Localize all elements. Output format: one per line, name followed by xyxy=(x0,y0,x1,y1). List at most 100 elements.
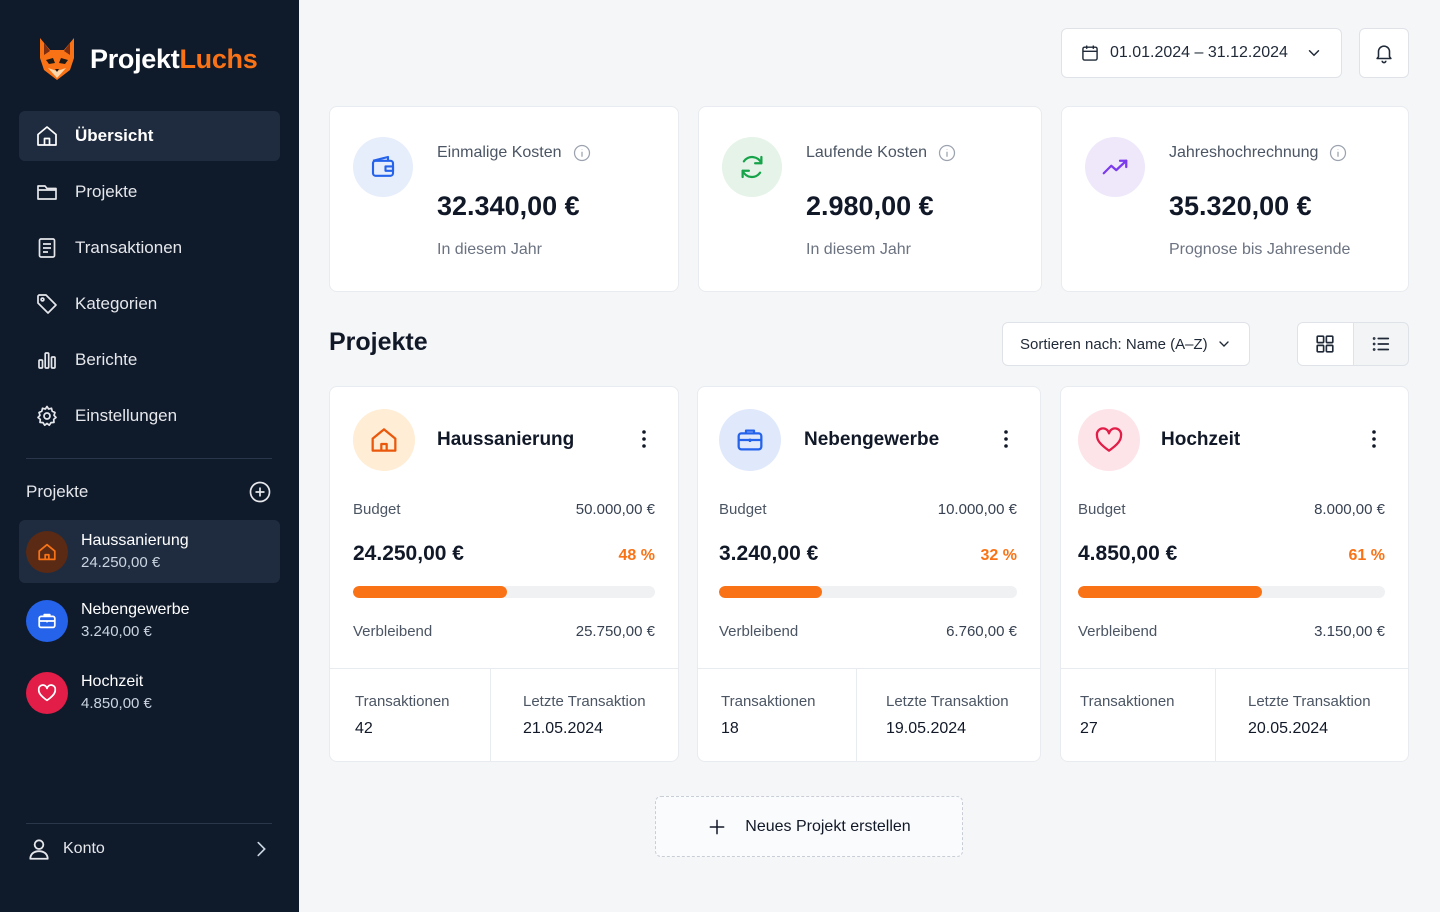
stat-icon-wrap xyxy=(1085,137,1145,197)
nav-item-settings[interactable]: Einstellungen xyxy=(19,391,280,441)
spent-row: 24.250,00 € 48 % xyxy=(353,542,655,566)
sidebar-project-name: Nebengewerbe xyxy=(81,601,190,618)
remaining-label: Verbleibend xyxy=(1078,623,1158,640)
sidebar: ProjektLuchs Übersicht Projekte Transakt… xyxy=(0,0,299,912)
new-project-button[interactable]: Neues Projekt erstellen xyxy=(655,796,963,857)
list-icon xyxy=(1372,337,1389,351)
heart-icon xyxy=(1095,427,1123,452)
sidebar-project-hochzeit[interactable]: Hochzeit 4.850,00 € xyxy=(19,661,280,724)
sidebar-project-haussanierung[interactable]: Haussanierung 24.250,00 € xyxy=(19,520,280,583)
logo[interactable]: ProjektLuchs xyxy=(36,36,258,82)
remaining-value: 3.150,00 € xyxy=(1314,623,1385,640)
budget-value: 50.000,00 € xyxy=(575,501,655,518)
nav-item-categories[interactable]: Kategorien xyxy=(19,279,280,329)
notifications-button[interactable] xyxy=(1359,28,1409,78)
bar-chart-icon xyxy=(38,352,56,369)
view-toggle xyxy=(1297,322,1409,366)
folder-icon xyxy=(37,185,57,200)
percent-used: 61 % xyxy=(1348,547,1385,564)
project-card-footer: Transaktionen 27 Letzte Transaktion 20.0… xyxy=(1061,668,1408,761)
account-label: Konto xyxy=(63,840,105,857)
date-range-value: 01.01.2024 – 31.12.2024 xyxy=(1110,44,1288,61)
more-vertical-icon[interactable] xyxy=(1362,427,1386,451)
project-card-hochzeit[interactable]: Hochzeit Budget 8.000,00 € 4.850,00 € 61… xyxy=(1060,386,1409,762)
stat-card-annual-forecast: Jahreshochrechnung 35.320,00 € Prognose … xyxy=(1061,106,1409,292)
tag-icon xyxy=(37,294,57,314)
account-link[interactable]: Konto xyxy=(26,836,272,862)
new-project-label: Neues Projekt erstellen xyxy=(745,817,911,835)
transactions-cell: Transaktionen 18 xyxy=(698,669,857,761)
transactions-label: Transaktionen xyxy=(1080,693,1175,710)
budget-value: 8.000,00 € xyxy=(1314,501,1385,518)
last-transaction-cell: Letzte Transaktion 21.05.2024 xyxy=(491,669,646,761)
date-range-picker[interactable]: 01.01.2024 – 31.12.2024 xyxy=(1061,28,1342,78)
home-icon xyxy=(37,126,57,146)
nav-item-reports[interactable]: Berichte xyxy=(19,335,280,385)
sort-dropdown[interactable]: Sortieren nach: Name (A–Z) xyxy=(1002,322,1250,366)
stat-icon-wrap xyxy=(353,137,413,197)
list-view-button[interactable] xyxy=(1354,323,1409,365)
project-avatar xyxy=(26,530,68,573)
progress-fill xyxy=(353,586,508,598)
nav-item-overview[interactable]: Übersicht xyxy=(19,111,280,161)
chevron-down-icon xyxy=(1308,50,1320,57)
sidebar-project-amount: 4.850,00 € xyxy=(81,695,152,712)
stat-card-running-costs: Laufende Kosten 2.980,00 € In diesem Jah… xyxy=(698,106,1042,292)
last-transaction-label: Letzte Transaktion xyxy=(523,693,646,710)
house-icon xyxy=(371,428,397,452)
projects-section-title: Projekte xyxy=(329,328,428,356)
chevron-right-icon xyxy=(257,841,266,857)
last-transaction-date: 21.05.2024 xyxy=(523,720,604,737)
stat-label: Jahreshochrechnung xyxy=(1169,143,1348,163)
user-icon xyxy=(29,839,49,860)
more-vertical-icon[interactable] xyxy=(994,427,1018,451)
add-circle-icon[interactable] xyxy=(248,480,272,504)
stat-card-one-time-costs: Einmalige Kosten 32.340,00 € In diesem J… xyxy=(329,106,679,292)
last-transaction-label: Letzte Transaktion xyxy=(1248,693,1371,710)
nav-item-transactions[interactable]: Transaktionen xyxy=(19,223,280,273)
transactions-count: 18 xyxy=(721,720,739,737)
stat-value: 32.340,00 € xyxy=(437,191,580,221)
project-icon-wrap xyxy=(1078,409,1140,471)
stat-icon-wrap xyxy=(722,137,782,197)
project-icon-wrap xyxy=(719,409,781,471)
project-name: Hochzeit xyxy=(1161,429,1241,450)
project-avatar xyxy=(26,599,68,642)
budget-value: 10.000,00 € xyxy=(937,501,1017,518)
budget-row: Budget 8.000,00 € xyxy=(1078,501,1385,518)
spent-amount: 4.850,00 € xyxy=(1078,542,1178,565)
main-nav: Übersicht Projekte Transaktionen Kategor… xyxy=(19,111,280,447)
stat-subtitle: In diesem Jahr xyxy=(806,241,911,258)
remaining-label: Verbleibend xyxy=(719,623,799,640)
more-vertical-icon[interactable] xyxy=(632,427,656,451)
sidebar-divider xyxy=(26,458,272,459)
info-icon[interactable] xyxy=(937,143,957,163)
info-icon[interactable] xyxy=(1328,143,1348,163)
remaining-row: Verbleibend 6.760,00 € xyxy=(719,623,1017,640)
progress-fill xyxy=(719,586,822,598)
spent-row: 4.850,00 € 61 % xyxy=(1078,542,1385,566)
nav-label: Kategorien xyxy=(75,294,158,313)
grid-view-button[interactable] xyxy=(1298,323,1354,365)
trend-up-icon xyxy=(1102,159,1128,175)
info-icon[interactable] xyxy=(572,143,592,163)
project-card-nebengewerbe[interactable]: Nebengewerbe Budget 10.000,00 € 3.240,00… xyxy=(697,386,1041,762)
remaining-value: 25.750,00 € xyxy=(575,623,655,640)
last-transaction-date: 20.05.2024 xyxy=(1248,720,1329,737)
brand-name: ProjektLuchs xyxy=(90,43,258,74)
last-transaction-label: Letzte Transaktion xyxy=(886,693,1009,710)
spent-amount: 3.240,00 € xyxy=(719,542,819,565)
stat-subtitle: Prognose bis Jahresende xyxy=(1169,241,1351,258)
nav-item-projects[interactable]: Projekte xyxy=(19,167,280,217)
budget-progress-bar xyxy=(353,586,655,598)
spent-row: 3.240,00 € 32 % xyxy=(719,542,1017,566)
percent-used: 48 % xyxy=(618,547,655,564)
project-card-footer: Transaktionen 18 Letzte Transaktion 19.0… xyxy=(698,668,1040,761)
lynx-logo-icon xyxy=(40,38,74,80)
chevron-down-icon xyxy=(1219,341,1229,347)
plus-icon xyxy=(709,819,725,834)
project-card-haussanierung[interactable]: Haussanierung Budget 50.000,00 € 24.250,… xyxy=(329,386,679,762)
sidebar-project-nebengewerbe[interactable]: Nebengewerbe 3.240,00 € xyxy=(19,589,280,652)
transactions-count: 27 xyxy=(1080,720,1098,737)
spent-amount: 24.250,00 € xyxy=(353,542,464,565)
